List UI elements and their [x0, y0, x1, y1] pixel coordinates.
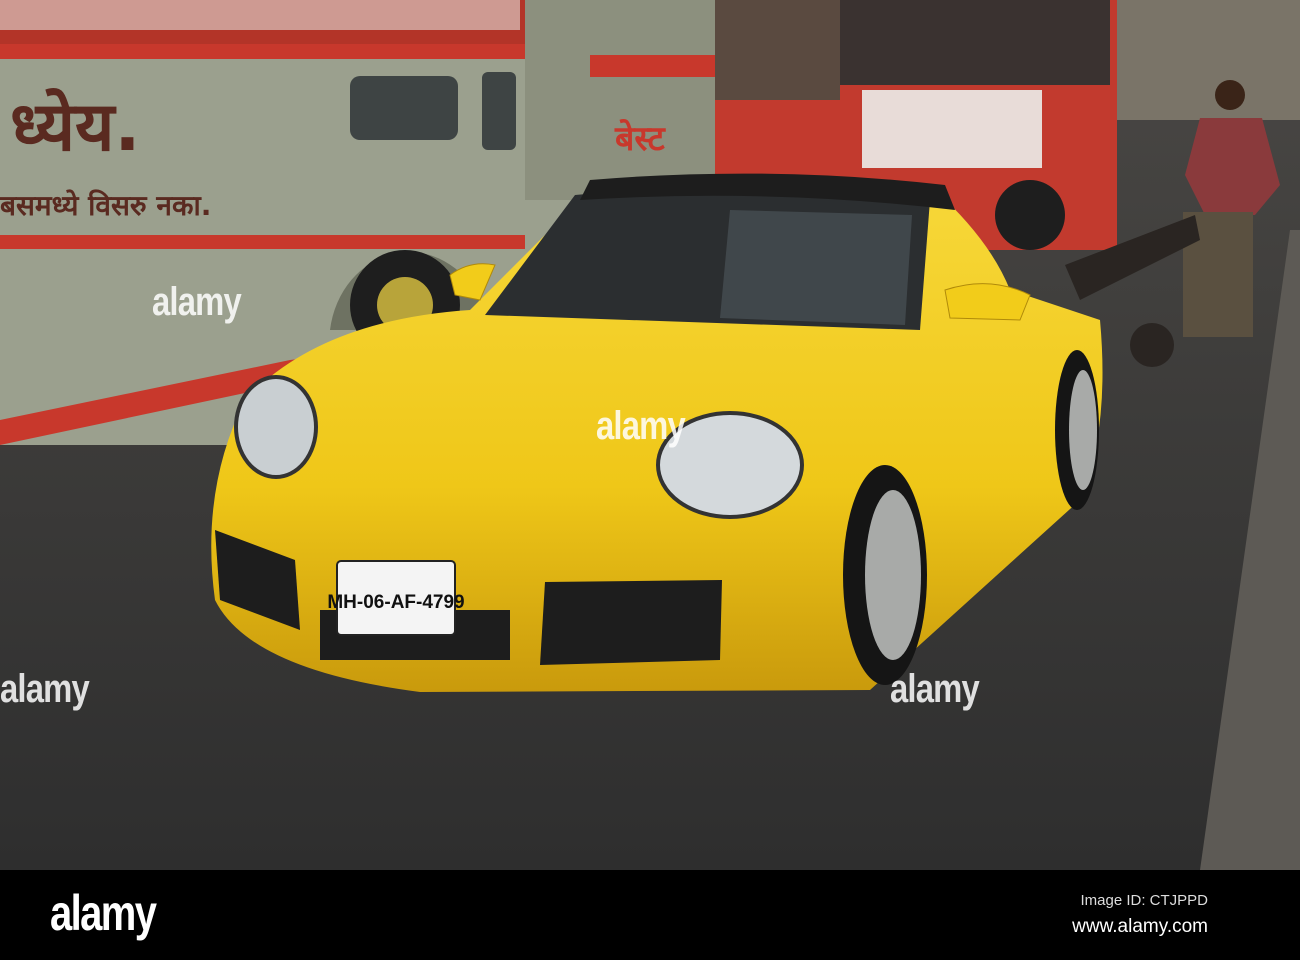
bus-brand: बेस्ट: [614, 118, 667, 159]
bus-sign-small: बसमध्ये विसरु नका.: [0, 189, 211, 222]
alamy-logo: alamy: [50, 885, 157, 941]
watermark: alamy: [890, 667, 980, 711]
bus-sign-large: ध्येय.: [10, 88, 140, 167]
watermark: alamy: [152, 280, 242, 324]
watermark: alamy: [596, 404, 686, 448]
overpass: [1110, 0, 1300, 120]
website-link[interactable]: www.alamy.com: [1072, 916, 1208, 938]
image-id: Image ID: CTJPPD: [1080, 892, 1208, 909]
license-plate: MH-06-AF-4799: [327, 592, 464, 613]
footer-bar: alamy Image ID: CTJPPD www.alamy.com: [0, 870, 1300, 960]
watermark: alamy: [0, 667, 90, 711]
photo: ध्येय. बसमध्ये विसरु नका. बेस्ट MH-06-AF…: [0, 0, 1300, 870]
